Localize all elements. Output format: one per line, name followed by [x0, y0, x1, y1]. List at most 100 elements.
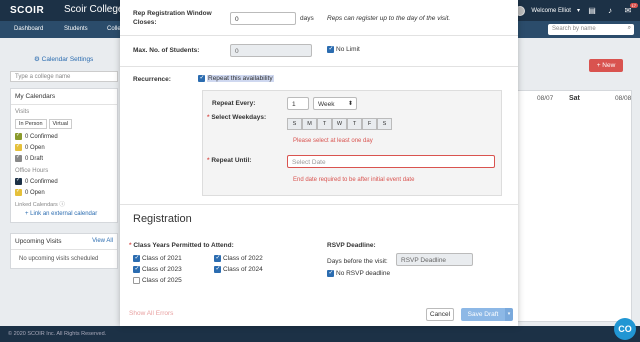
office-confirmed-filter[interactable]: 0 Confirmed — [11, 176, 117, 187]
gear-icon: ⚙ — [34, 56, 42, 63]
repeat-unit-select[interactable]: Week ⬍ — [313, 97, 357, 110]
new-button[interactable]: + New — [589, 59, 623, 72]
visit-confirmed-filter[interactable]: 0 Confirmed — [11, 131, 117, 142]
upcoming-visits-panel: Upcoming Visits View All No upcoming visi… — [10, 233, 118, 269]
edit-availability-modal: Rep Registration Window Closes: 0 days R… — [120, 0, 518, 326]
chat-widget-button[interactable]: CO — [614, 318, 636, 340]
weekday-saturday[interactable]: S — [377, 118, 392, 130]
repeat-until-label: * Repeat Until: — [207, 157, 252, 164]
save-draft-button[interactable]: Save Draft — [461, 308, 505, 321]
repeat-until-text: Repeat Until: — [211, 157, 252, 164]
repeat-every-label: Repeat Every: — [212, 100, 256, 107]
checkbox-icon — [15, 154, 22, 162]
copyright: © 2020 SCOIR Inc. All Rights Reserved. — [8, 331, 107, 337]
status-label: 0 Draft — [25, 155, 44, 162]
class-year-label: Class of 2023 — [142, 266, 182, 273]
checkbox-icon — [214, 265, 221, 273]
in-person-toggle[interactable]: In Person — [15, 119, 47, 129]
view-all-link[interactable]: View All — [92, 238, 113, 244]
class-2023-checkbox[interactable]: Class of 2023 — [133, 265, 182, 273]
my-calendars-heading: My Calendars — [11, 89, 117, 105]
nav-students[interactable]: Students — [64, 26, 88, 32]
checkbox-icon — [133, 254, 140, 262]
nav-colleges[interactable]: Colle — [107, 26, 121, 32]
college-search-input[interactable]: Type a college name — [10, 71, 118, 82]
weekday-wednesday[interactable]: W — [332, 118, 347, 130]
class-2021-checkbox[interactable]: Class of 2021 — [133, 254, 182, 262]
checkbox-icon — [214, 254, 221, 262]
chevron-down-icon: ⬍ — [347, 101, 353, 107]
divider — [120, 35, 518, 36]
weekday-sunday[interactable]: S — [287, 118, 302, 130]
chevron-down-icon[interactable]: ▾ — [577, 7, 580, 14]
bell-icon[interactable]: ♪ — [604, 6, 616, 15]
welcome-menu[interactable]: Welcome Elliot — [531, 8, 571, 14]
weekday-monday[interactable]: M — [302, 118, 317, 130]
visit-draft-filter[interactable]: 0 Draft — [11, 153, 117, 164]
checkbox-icon — [327, 45, 334, 53]
office-open-filter[interactable]: 0 Open — [11, 187, 117, 198]
class-2022-checkbox[interactable]: Class of 2022 — [214, 254, 263, 262]
search-icon: ⌕ — [627, 25, 631, 31]
visits-label: Visits — [15, 109, 30, 115]
weekday-friday[interactable]: F — [362, 118, 377, 130]
max-students-label: Max. No. of Students: — [133, 47, 200, 54]
rsvp-deadline-input[interactable]: RSVP Deadline — [396, 253, 473, 266]
repeat-until-input[interactable]: Select Date — [287, 155, 495, 168]
calendar-settings-link[interactable]: ⚙ Calendar Settings — [10, 55, 118, 63]
class-year-label: Class of 2021 — [142, 255, 182, 262]
calendar-grid: 08/07 Sat 08/08 — [502, 90, 632, 322]
repeat-unit-value: Week — [318, 101, 335, 108]
divider — [120, 204, 518, 205]
max-students-input[interactable]: 0 — [230, 44, 312, 57]
calendar-settings-label: Calendar Settings — [41, 56, 94, 63]
class-year-label: Class of 2024 — [223, 266, 263, 273]
repeat-until-error: End date required to be after initial ev… — [293, 177, 415, 183]
class-2024-checkbox[interactable]: Class of 2024 — [214, 265, 263, 273]
scoir-logo[interactable]: SCOIR — [10, 5, 44, 16]
status-label: 0 Confirmed — [25, 133, 58, 140]
save-options-dropdown[interactable]: ▾ — [505, 308, 513, 321]
repeat-availability-checkbox[interactable]: Repeat this availability — [198, 74, 274, 82]
checkbox-icon — [15, 132, 22, 140]
no-rsvp-label: No RSVP deadline — [336, 270, 391, 277]
calendar-date: 08/07 — [537, 95, 554, 102]
status-label: 0 Open — [25, 189, 45, 196]
weekday-thursday[interactable]: T — [347, 118, 362, 130]
virtual-toggle[interactable]: Virtual — [48, 119, 73, 129]
rep-registration-label: Rep Registration Window Closes: — [133, 10, 212, 26]
divider — [120, 66, 518, 67]
link-external-calendar[interactable]: + Link an external calendar — [11, 210, 117, 218]
repeat-every-input[interactable]: 1 — [287, 97, 309, 110]
my-calendars-panel: My Calendars Visits In Person Virtual 0 … — [10, 88, 118, 223]
upcoming-visits-title: Upcoming Visits — [15, 238, 62, 245]
cancel-button[interactable]: Cancel — [426, 308, 454, 321]
nav-search-input[interactable]: Search by name ⌕ — [548, 24, 634, 35]
visit-open-filter[interactable]: 0 Open — [11, 142, 117, 153]
chat-icon[interactable]: ▤ — [586, 6, 598, 15]
checkbox-icon — [15, 177, 22, 185]
nav-search-placeholder: Search by name — [552, 26, 596, 32]
no-limit-label: No Limit — [336, 46, 360, 53]
rep-registration-input[interactable]: 0 — [230, 12, 296, 25]
days-unit: days — [300, 15, 314, 22]
status-label: 0 Open — [25, 144, 45, 151]
weekday-picker: S M T W T F S — [287, 118, 392, 130]
class-2025-checkbox[interactable]: Class of 2025 — [133, 277, 182, 284]
no-limit-checkbox[interactable]: No Limit — [327, 45, 360, 53]
footer: © 2020 SCOIR Inc. All Rights Reserved. — [0, 326, 640, 342]
registration-heading: Registration — [133, 213, 192, 225]
select-weekdays-text: Select Weekdays: — [211, 114, 267, 121]
nav-dashboard[interactable]: Dashboard — [14, 26, 43, 32]
info-icon[interactable]: ⓘ — [59, 202, 65, 208]
no-rsvp-checkbox[interactable]: No RSVP deadline — [327, 269, 391, 277]
college-title: Scoir College — [64, 4, 124, 15]
checkbox-icon — [15, 143, 22, 151]
class-years-label: * Class Years Permitted to Attend: — [129, 242, 234, 249]
class-year-label: Class of 2025 — [142, 277, 182, 284]
status-label: 0 Confirmed — [25, 178, 58, 185]
weekday-tuesday[interactable]: T — [317, 118, 332, 130]
mail-icon[interactable]: ✉ 17 — [622, 3, 638, 15]
show-all-errors-link[interactable]: Show All Errors — [129, 310, 173, 317]
weekdays-error: Please select at least one day — [293, 138, 373, 144]
